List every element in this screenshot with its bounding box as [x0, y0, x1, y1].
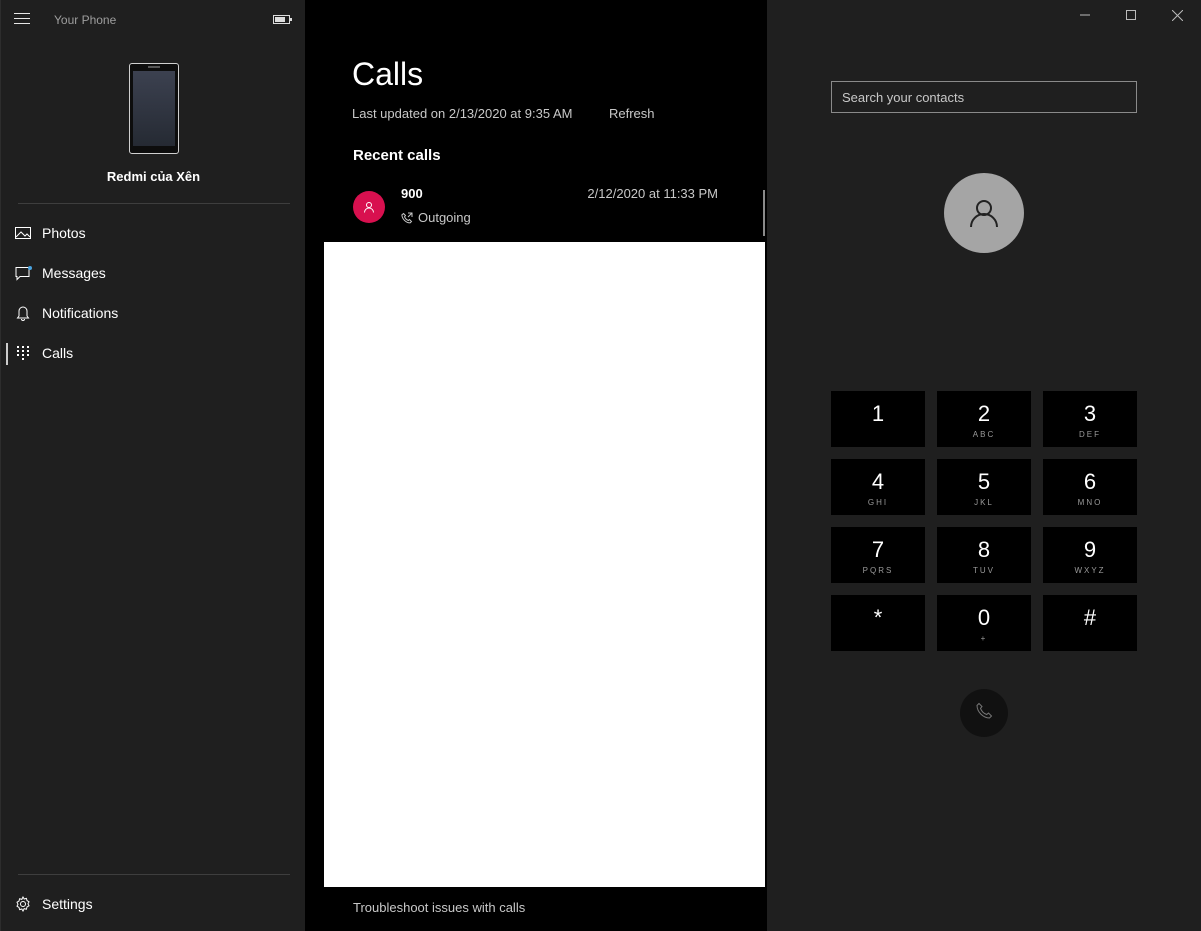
sidebar: Your Phone Redmi của Xên Photos Messages…	[0, 0, 305, 931]
sidebar-item-label: Notifications	[42, 305, 119, 321]
dialpad-key[interactable]: 5 JKL	[937, 459, 1031, 515]
dialpad: 1 2 ABC 3 DEF 4 GHI 5 JKL 6 MNO 7 PQRS 8 TUV 9W…	[831, 391, 1137, 651]
dialpad-key[interactable]: 7 PQRS	[831, 527, 925, 583]
dialpad-key[interactable]: 0 +	[937, 595, 1031, 651]
call-list-item[interactable]: 900 Outgoing 2/12/2020 at 11:33 PM	[324, 180, 764, 242]
call-datetime: 2/12/2020 at 11:33 PM	[587, 186, 718, 201]
dialpad-key[interactable]: 6 MNO	[1043, 459, 1137, 515]
sidebar-item-notifications[interactable]: Notifications	[1, 293, 306, 333]
sidebar-item-label: Photos	[42, 225, 86, 241]
sidebar-item-messages[interactable]: Messages	[1, 253, 306, 293]
search-contacts-input[interactable]	[831, 81, 1137, 113]
phone-illustration	[129, 63, 179, 154]
caller-avatar-icon	[353, 191, 385, 223]
sidebar-divider	[18, 203, 290, 204]
dialpad-key[interactable]: 3 DEF	[1043, 391, 1137, 447]
maximize-icon[interactable]	[1108, 0, 1154, 30]
troubleshoot-link[interactable]: Troubleshoot issues with calls	[353, 900, 525, 915]
last-updated-text: Last updated on 2/13/2020 at 9:35 AM	[352, 106, 573, 121]
content-pane	[324, 242, 765, 887]
close-icon[interactable]	[1154, 0, 1200, 30]
scrollbar[interactable]	[763, 190, 765, 236]
call-button[interactable]	[960, 689, 1008, 737]
refresh-link[interactable]: Refresh	[609, 106, 655, 121]
recent-calls-heading: Recent calls	[353, 147, 441, 164]
gear-icon	[13, 894, 33, 914]
phone-icon	[975, 702, 993, 725]
contact-avatar-icon	[944, 173, 1024, 253]
minimize-icon[interactable]	[1062, 0, 1108, 30]
dialpad-key[interactable]: 2 ABC	[937, 391, 1031, 447]
dialpad-key[interactable]: #	[1043, 595, 1137, 651]
call-number: 900	[401, 186, 423, 201]
dialpad-key[interactable]: *	[831, 595, 925, 651]
notifications-icon	[13, 303, 33, 323]
sidebar-item-calls[interactable]: Calls	[1, 333, 306, 373]
calls-panel: Calls Last updated on 2/13/2020 at 9:35 …	[305, 0, 767, 931]
dialpad-key[interactable]: 1	[831, 391, 925, 447]
battery-icon	[273, 15, 292, 24]
sidebar-item-label: Messages	[42, 265, 106, 281]
dialpad-key[interactable]: 4 GHI	[831, 459, 925, 515]
page-title: Calls	[352, 56, 424, 92]
sidebar-divider	[18, 874, 290, 875]
outgoing-call-icon	[401, 212, 413, 224]
sidebar-item-label: Calls	[42, 345, 74, 361]
dialer-panel: 1 2ABC 3DEF 4GHI 5JKL 6MNO 7PQRS 8TUV 9W…	[767, 0, 1201, 931]
sidebar-item-photos[interactable]: Photos	[1, 213, 306, 253]
hamburger-menu-icon[interactable]	[14, 13, 30, 25]
settings-label: Settings	[42, 896, 93, 912]
messages-icon	[13, 263, 33, 283]
sidebar-item-settings[interactable]: Settings	[1, 884, 306, 924]
app-title: Your Phone	[54, 13, 117, 27]
photos-icon	[13, 223, 33, 243]
call-type: Outgoing	[401, 210, 471, 225]
dialpad-key[interactable]: 8 TUV	[937, 527, 1031, 583]
device-name: Redmi của Xên	[106, 169, 201, 184]
dialpad-key[interactable]: 9 WXYZ	[1043, 527, 1137, 583]
call-type-label: Outgoing	[418, 210, 471, 225]
dialpad-icon	[13, 343, 33, 363]
